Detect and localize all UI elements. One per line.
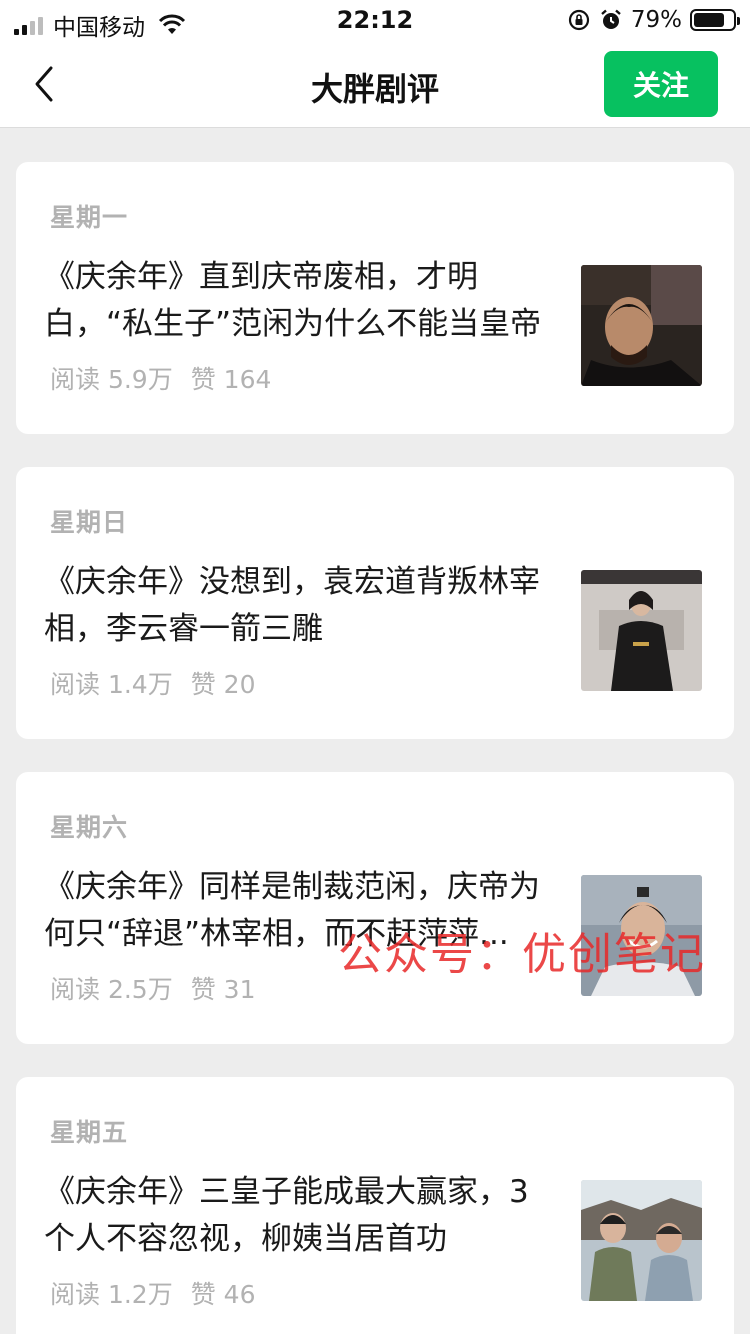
article-meta: 阅读 2.5万 赞 31	[50, 970, 255, 1006]
article-day: 星期五	[50, 1118, 129, 1147]
article-feed: 星期一 《庆余年》直到庆帝废相，才明白，“私生子”范闲为什么不能当皇帝 阅读 5…	[16, 162, 734, 1334]
read-count: 阅读 1.4万	[50, 670, 173, 699]
article-card[interactable]: 星期五 《庆余年》三皇子能成最大赢家，3个人不容忽视，柳姨当居首功 阅读 1.2…	[16, 1077, 734, 1334]
article-day: 星期日	[50, 508, 129, 537]
article-meta: 阅读 1.2万 赞 46	[50, 1275, 255, 1311]
article-title[interactable]: 《庆余年》直到庆帝废相，才明白，“私生子”范闲为什么不能当皇帝	[44, 254, 554, 348]
article-meta: 阅读 5.9万 赞 164	[50, 360, 271, 396]
nav-bar: 大胖剧评 关注	[0, 40, 750, 128]
article-thumbnail[interactable]	[581, 1180, 702, 1301]
battery-percent: 79%	[630, 7, 682, 33]
article-card[interactable]: 星期六 《庆余年》同样是制裁范闲，庆帝为何只“辞退”林宰相，而不赶萍萍... 阅…	[16, 772, 734, 1044]
like-count: 赞 20	[190, 670, 256, 699]
follow-button[interactable]: 关注	[604, 51, 718, 117]
article-title[interactable]: 《庆余年》三皇子能成最大赢家，3个人不容忽视，柳姨当居首功	[44, 1169, 554, 1263]
article-thumbnail[interactable]	[581, 570, 702, 691]
battery-fill	[694, 13, 725, 27]
article-card[interactable]: 星期一 《庆余年》直到庆帝废相，才明白，“私生子”范闲为什么不能当皇帝 阅读 5…	[16, 162, 734, 434]
article-thumbnail[interactable]	[581, 265, 702, 386]
rotation-lock-icon	[568, 9, 589, 31]
status-right: 79%	[567, 7, 740, 33]
like-count: 赞 164	[190, 365, 272, 394]
read-count: 阅读 5.9万	[50, 365, 173, 394]
article-title[interactable]: 《庆余年》没想到，袁宏道背叛林宰相，李云睿一箭三雕	[44, 559, 554, 653]
like-count: 赞 31	[190, 975, 256, 1004]
read-count: 阅读 1.2万	[50, 1280, 173, 1309]
battery-icon	[690, 9, 740, 31]
article-card[interactable]: 星期日 《庆余年》没想到，袁宏道背叛林宰相，李云睿一箭三雕 阅读 1.4万 赞 …	[16, 467, 734, 739]
alarm-icon	[601, 9, 621, 29]
article-day: 星期六	[50, 813, 129, 842]
article-day: 星期一	[50, 203, 129, 232]
like-count: 赞 46	[190, 1280, 256, 1309]
watermark-text: 公众号：优创笔记	[338, 929, 706, 980]
read-count: 阅读 2.5万	[50, 975, 173, 1004]
status-bar: 中国移动 22:12 79%	[0, 0, 750, 41]
article-meta: 阅读 1.4万 赞 20	[50, 665, 255, 701]
